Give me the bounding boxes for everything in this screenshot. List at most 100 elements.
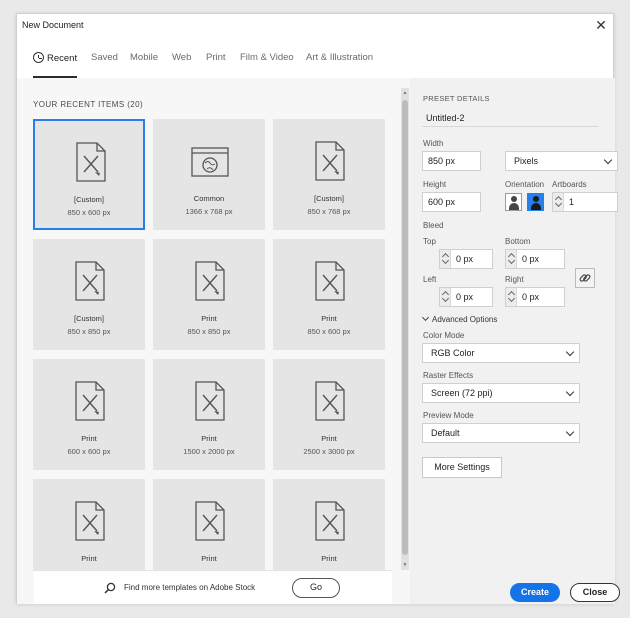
web-page-icon: [191, 147, 229, 177]
stepper-arrows-icon[interactable]: [440, 250, 451, 268]
create-button[interactable]: Create: [510, 583, 560, 602]
stock-search-text[interactable]: Find more templates on Adobe Stock: [124, 583, 255, 592]
recent-item-size: 600 x 600 px: [67, 447, 111, 456]
raster-effects-label: Raster Effects: [423, 371, 474, 380]
portrait-orientation-icon[interactable]: [505, 193, 522, 211]
document-icon: [315, 261, 345, 301]
artboards-stepper[interactable]: 1: [552, 192, 618, 212]
link-bleed-button[interactable]: [575, 268, 595, 288]
preview-mode-dropdown[interactable]: Default: [422, 423, 580, 443]
chevron-down-icon: [421, 313, 430, 322]
advanced-options-toggle[interactable]: Advanced Options: [421, 313, 497, 324]
recent-item-name: Print: [321, 314, 337, 323]
recent-items-heading: YOUR RECENT ITEMS (20): [33, 100, 144, 109]
document-icon: [75, 381, 105, 421]
recent-item-name: [Custom]: [73, 195, 104, 204]
stepper-arrows-icon[interactable]: [440, 288, 451, 306]
recent-item-size: 850 x 850 px: [67, 327, 111, 336]
clock-icon: [33, 52, 44, 63]
recent-item-card[interactable]: [Custom] 850 x 600 px: [33, 119, 145, 230]
recent-item-size: 850 x 600 px: [307, 327, 351, 336]
link-icon: [579, 274, 591, 282]
recent-item-card[interactable]: [Custom] 850 x 850 px: [33, 239, 145, 350]
dialog-title: New Document: [22, 20, 84, 30]
tab-mobile[interactable]: Mobile: [130, 52, 158, 63]
bleed-bottom-field[interactable]: 0 px: [505, 249, 565, 269]
tab-print[interactable]: Print: [206, 52, 226, 63]
tab-saved[interactable]: Saved: [91, 52, 118, 63]
scroll-up-arrow-icon[interactable]: ▲: [402, 90, 408, 96]
document-icon: [76, 142, 106, 182]
preset-details-panel: PRESET DETAILS Untitled-2 Width 850 px P…: [410, 78, 620, 604]
document-icon: [195, 261, 225, 301]
tab-web[interactable]: Web: [172, 52, 191, 63]
recent-item-card[interactable]: Print: [153, 479, 265, 571]
document-icon: [195, 501, 225, 541]
chevron-down-icon: [565, 387, 575, 397]
color-mode-dropdown[interactable]: RGB Color: [422, 343, 580, 363]
bleed-right-label: Right: [505, 275, 524, 284]
chevron-down-icon: [565, 347, 575, 357]
recent-item-card[interactable]: Print: [33, 479, 145, 571]
color-mode-label: Color Mode: [423, 331, 465, 340]
width-label: Width: [423, 139, 444, 148]
go-button[interactable]: Go: [292, 578, 340, 598]
chevron-down-icon: [603, 155, 613, 165]
bleed-bottom-label: Bottom: [505, 237, 531, 246]
recent-item-card[interactable]: Print 600 x 600 px: [33, 359, 145, 470]
stepper-arrows-icon[interactable]: [553, 193, 564, 211]
scrollbar-thumb[interactable]: [402, 100, 408, 555]
scroll-down-arrow-icon[interactable]: ▼: [402, 562, 408, 568]
recent-item-size: 850 x 768 px: [307, 207, 351, 216]
document-icon: [75, 501, 105, 541]
bleed-top-field[interactable]: 0 px: [439, 249, 493, 269]
new-document-dialog: New Document ✕ Recent Saved Mobile Web P…: [16, 13, 620, 604]
recent-item-name: Print: [201, 554, 217, 563]
bleed-label: Bleed: [423, 221, 444, 230]
bleed-right-field[interactable]: 0 px: [505, 287, 565, 307]
more-settings-button[interactable]: More Settings: [422, 457, 502, 478]
adobe-stock-search-bar: Find more templates on Adobe Stock Go: [34, 570, 392, 604]
recent-item-name: Print: [321, 554, 337, 563]
recent-item-name: [Custom]: [73, 314, 104, 323]
recent-item-name: Common: [193, 194, 225, 203]
artboards-label: Artboards: [552, 180, 587, 189]
title-bar: New Document ✕: [17, 14, 613, 40]
tab-film-video[interactable]: Film & Video: [240, 52, 294, 63]
bleed-top-label: Top: [423, 237, 436, 246]
stepper-arrows-icon[interactable]: [506, 288, 517, 306]
recent-items-grid: [Custom] 850 x 600 px Common 1366 x 768 px […: [33, 119, 393, 571]
recent-item-card[interactable]: Print 850 x 600 px: [273, 239, 385, 350]
category-tabs: Recent Saved Mobile Web Print Film & Vid…: [17, 40, 613, 78]
width-field[interactable]: 850 px: [422, 151, 481, 171]
close-icon[interactable]: ✕: [593, 17, 609, 33]
bleed-left-field[interactable]: 0 px: [439, 287, 493, 307]
document-icon: [195, 381, 225, 421]
recent-item-name: Print: [321, 434, 337, 443]
tab-art-illustration[interactable]: Art & Illustration: [306, 52, 373, 63]
tab-recent[interactable]: Recent: [33, 52, 77, 64]
landscape-orientation-icon[interactable]: [527, 193, 544, 211]
stepper-arrows-icon[interactable]: [506, 250, 517, 268]
close-button[interactable]: Close: [570, 583, 620, 602]
recent-item-size: 1366 x 768 px: [185, 207, 233, 216]
units-dropdown[interactable]: Pixels: [505, 151, 618, 171]
chevron-down-icon: [565, 427, 575, 437]
recent-item-size: 2500 x 3000 px: [303, 447, 355, 456]
recent-item-card[interactable]: Print 850 x 850 px: [153, 239, 265, 350]
document-icon: [315, 381, 345, 421]
document-icon: [315, 141, 345, 181]
recent-item-name: Print: [81, 554, 97, 563]
scrollbar[interactable]: ▲ ▼: [401, 88, 409, 570]
orientation-label: Orientation: [505, 180, 545, 189]
preview-mode-label: Preview Mode: [423, 411, 474, 420]
document-name-field[interactable]: Untitled-2: [426, 113, 465, 123]
raster-effects-dropdown[interactable]: Screen (72 ppi): [422, 383, 580, 403]
recent-item-card[interactable]: Print 1500 x 2000 px: [153, 359, 265, 470]
height-field[interactable]: 600 px: [422, 192, 481, 212]
recent-item-card[interactable]: Common 1366 x 768 px: [153, 119, 265, 230]
recent-item-card[interactable]: [Custom] 850 x 768 px: [273, 119, 385, 230]
recent-item-card[interactable]: Print 2500 x 3000 px: [273, 359, 385, 470]
recent-item-card[interactable]: Print: [273, 479, 385, 571]
document-icon: [315, 501, 345, 541]
